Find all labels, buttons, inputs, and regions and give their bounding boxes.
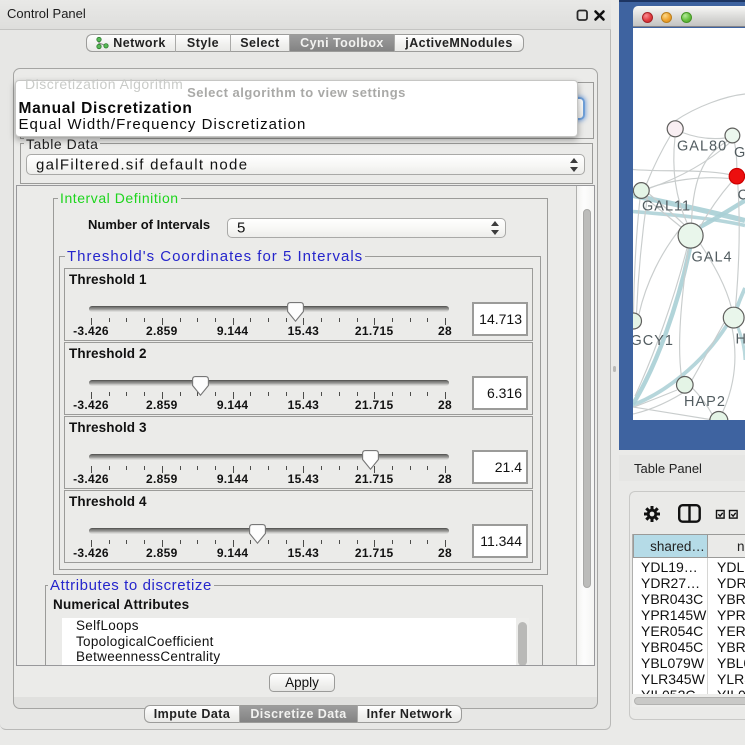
svg-text:GCY1: GCY1 [633,333,674,349]
svg-text:GAL: GAL [734,145,745,161]
svg-text:GAL4: GAL4 [692,250,733,266]
svg-text:GAL11: GAL11 [642,199,691,215]
svg-text:GAL80: GAL80 [677,139,727,155]
svg-text:HAP2: HAP2 [684,394,726,410]
svg-text:C: C [738,188,745,204]
svg-text:H: H [736,332,745,348]
